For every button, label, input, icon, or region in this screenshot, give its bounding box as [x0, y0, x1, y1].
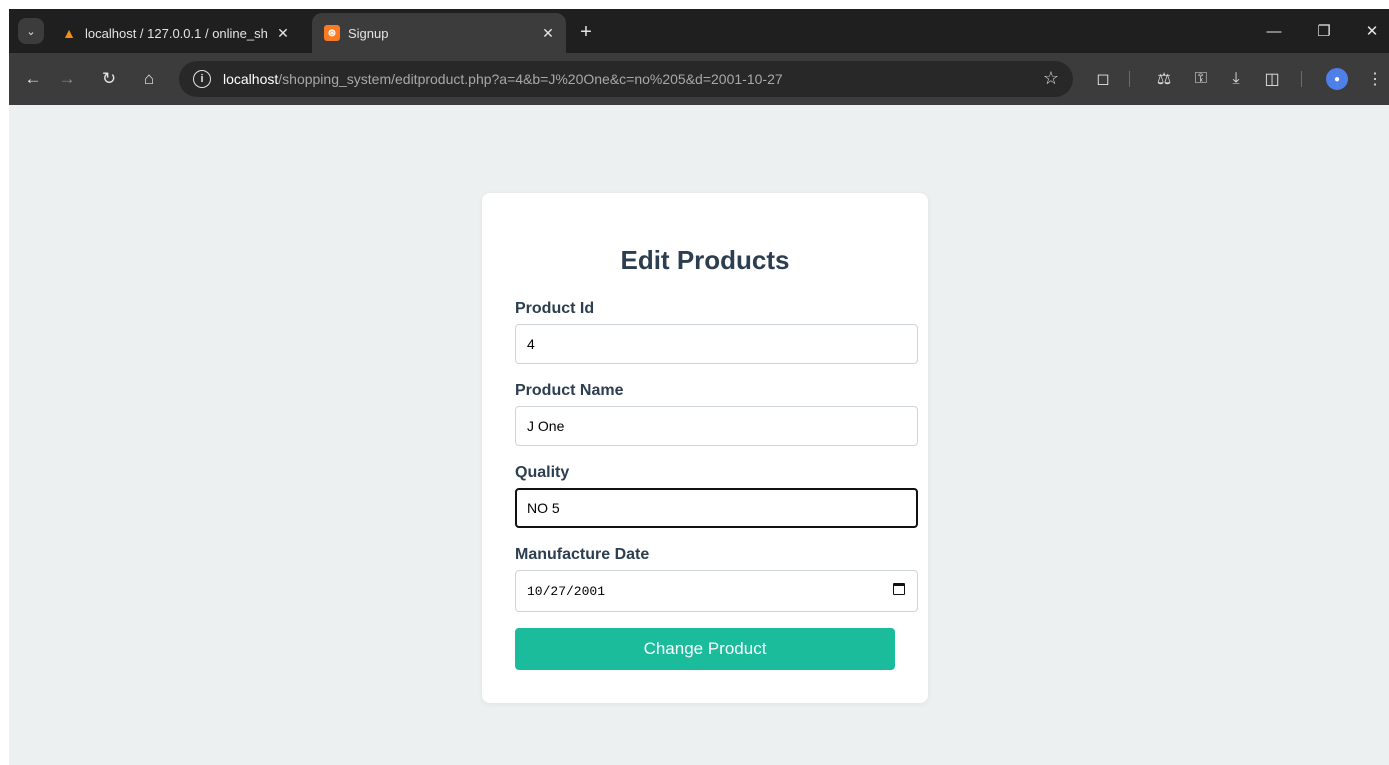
xampp-icon: ⊛	[324, 25, 340, 41]
tab-signup[interactable]: ⊛ Signup ✕	[312, 13, 566, 53]
quality-label: Quality	[515, 464, 570, 481]
close-window-icon[interactable]: ✕	[1357, 19, 1387, 43]
chevron-down-icon: ⌄	[26, 25, 36, 38]
minimize-icon[interactable]: —	[1259, 19, 1289, 43]
site-info-icon[interactable]: i	[193, 70, 211, 88]
more-menu-icon[interactable]: ⋮	[1363, 67, 1387, 91]
close-tab-icon[interactable]: ✕	[538, 23, 558, 43]
tab-phpmyadmin[interactable]: ▲ localhost / 127.0.0.1 / online_sh ✕	[49, 13, 301, 53]
tab-title: localhost / 127.0.0.1 / online_sh	[85, 25, 268, 41]
tab-strip: ⌄ ▲ localhost / 127.0.0.1 / online_sh ✕ …	[9, 9, 1389, 53]
home-icon[interactable]: ⌂	[136, 66, 162, 92]
product-id-label: Product Id	[515, 300, 595, 317]
forward-icon[interactable]: →	[54, 66, 80, 92]
close-tab-icon[interactable]: ✕	[273, 23, 293, 43]
browser-toolbar: ← → ↻ ⌂ i localhost/shopping_system/edit…	[9, 53, 1389, 105]
edit-product-card: Edit Products Product Id 4 Product Name …	[482, 193, 928, 703]
trash-icon[interactable]: ◫	[1260, 67, 1284, 91]
calendar-icon[interactable]	[893, 583, 905, 595]
incognito-icon[interactable]: ⚖	[1152, 67, 1176, 91]
address-bar[interactable]: i localhost/shopping_system/editproduct.…	[179, 61, 1073, 97]
password-key-icon[interactable]: ⚿	[1189, 67, 1213, 91]
extensions-icon[interactable]: ◻	[1091, 67, 1115, 91]
toolbar-divider	[1129, 71, 1130, 87]
manufacture-date-input[interactable]: 10/27/2001	[515, 570, 918, 612]
change-product-button[interactable]: Change Product	[515, 628, 895, 670]
back-icon[interactable]: ←	[20, 66, 46, 92]
toolbar-divider	[1301, 71, 1302, 87]
page-title: Edit Products	[620, 245, 790, 275]
tab-search-button[interactable]: ⌄	[18, 18, 44, 44]
product-name-label: Product Name	[515, 382, 624, 399]
quality-input[interactable]: NO 5	[515, 488, 918, 528]
product-id-input[interactable]: 4	[515, 324, 918, 364]
restore-icon[interactable]: ❐	[1309, 19, 1339, 43]
download-icon[interactable]: ⤓	[1224, 67, 1248, 91]
page-viewport: Edit Products Product Id 4 Product Name …	[9, 105, 1389, 765]
date-value: 10/27/2001	[527, 583, 606, 599]
bookmark-star-icon[interactable]: ☆	[1043, 68, 1059, 89]
reload-icon[interactable]: ↻	[96, 66, 122, 92]
profile-avatar[interactable]: ●	[1326, 68, 1348, 90]
tab-title: Signup	[348, 25, 389, 41]
phpmyadmin-icon: ▲	[62, 25, 76, 41]
url-text: localhost/shopping_system/editproduct.ph…	[223, 71, 783, 87]
browser-window: ⌄ ▲ localhost / 127.0.0.1 / online_sh ✕ …	[9, 9, 1389, 765]
manufacture-date-label: Manufacture Date	[515, 546, 650, 563]
new-tab-icon[interactable]: +	[575, 21, 597, 43]
product-name-input[interactable]: J One	[515, 406, 918, 446]
